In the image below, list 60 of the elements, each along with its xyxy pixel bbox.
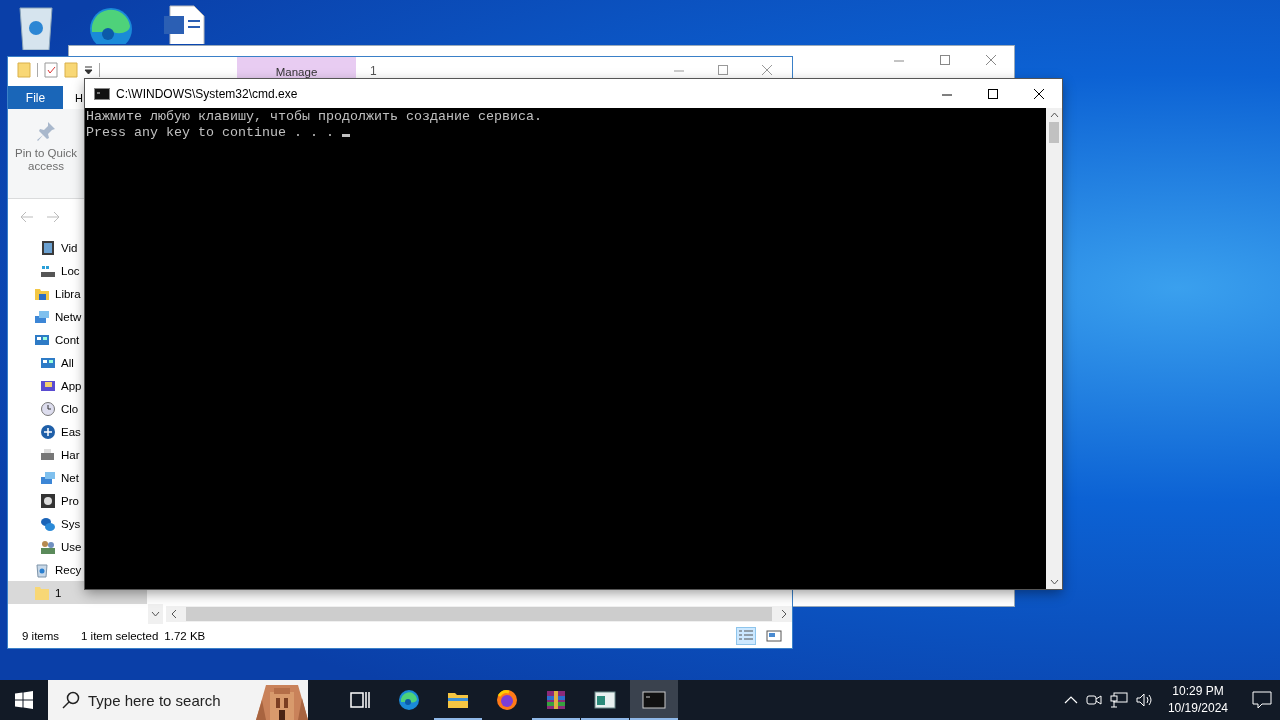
window-title: C:\WINDOWS\System32\cmd.exe xyxy=(116,86,298,101)
scroll-up-icon[interactable] xyxy=(1049,112,1059,118)
file-size: 1.72 KB xyxy=(164,630,206,643)
nav-item[interactable]: Sys xyxy=(8,512,84,536)
recycle-bin-icon xyxy=(34,561,50,578)
item-count: 9 items xyxy=(22,630,61,643)
ribbon-tab[interactable]: H xyxy=(75,86,83,109)
nav-item[interactable]: Net xyxy=(8,466,84,490)
nav-item[interactable]: Clo xyxy=(8,397,84,421)
nav-item[interactable]: All xyxy=(8,351,84,375)
document-icon[interactable] xyxy=(162,4,206,44)
browser-icon xyxy=(495,688,519,712)
close-icon[interactable] xyxy=(1032,86,1046,101)
network-icon[interactable] xyxy=(1109,692,1128,708)
scroll-down-icon[interactable] xyxy=(1049,579,1059,585)
system-icon xyxy=(40,515,56,532)
details-view-button[interactable] xyxy=(736,627,756,646)
dropdown-icon[interactable] xyxy=(84,65,93,75)
file-tab[interactable]: File xyxy=(8,86,63,109)
film-icon xyxy=(40,239,56,256)
browser-icon xyxy=(397,688,421,712)
network-icon xyxy=(34,308,50,325)
scroll-down-icon[interactable] xyxy=(151,611,160,618)
taskbar-app-button[interactable] xyxy=(630,680,678,720)
nav-item[interactable]: App xyxy=(8,374,84,398)
accessibility-icon xyxy=(40,423,56,440)
users-icon xyxy=(40,538,56,555)
contextual-tab[interactable]: Manage xyxy=(237,57,356,81)
properties-icon[interactable] xyxy=(44,62,58,78)
nav-item[interactable]: Netw xyxy=(8,305,84,329)
maximize-icon[interactable] xyxy=(986,86,1000,101)
nav-item[interactable]: Cont xyxy=(8,328,84,352)
printer-icon xyxy=(40,446,56,463)
nav-item[interactable]: Loc xyxy=(8,259,84,283)
network-icon xyxy=(40,469,56,486)
search-icon xyxy=(62,691,80,709)
console-output[interactable]: Нажмите любую клавишу, чтобы продолжить создание сервиса. Press any key to continue . . . xyxy=(85,108,1046,589)
archive-icon xyxy=(544,688,568,712)
nav-item[interactable]: Recy xyxy=(8,558,84,582)
nav-item[interactable]: Pro xyxy=(8,489,84,513)
volume-icon[interactable] xyxy=(1135,692,1154,708)
nav-item[interactable]: Libra xyxy=(8,282,84,306)
clock[interactable]: 10:29 PM 10/19/2024 xyxy=(1161,683,1234,717)
console-icon xyxy=(642,688,666,712)
nav-item[interactable]: Use xyxy=(8,535,84,559)
notification-icon[interactable] xyxy=(1252,691,1272,709)
folder-icon xyxy=(34,584,50,601)
search-field[interactable]: Type here to search xyxy=(48,680,256,720)
console-icon xyxy=(94,87,110,100)
clock-icon xyxy=(40,400,56,417)
nav-item[interactable]: Vid xyxy=(8,236,84,260)
window-title: 1 xyxy=(370,63,377,78)
pin-icon xyxy=(36,120,56,143)
nav-item[interactable]: Eas xyxy=(8,420,84,444)
chevron-up-icon[interactable] xyxy=(1063,695,1078,705)
selection-count: 1 item selected xyxy=(81,630,159,643)
windows-logo-icon xyxy=(15,691,33,709)
camera-icon[interactable] xyxy=(1085,692,1102,708)
nav-item[interactable]: Har xyxy=(8,443,84,467)
app-window-icon xyxy=(593,688,617,712)
